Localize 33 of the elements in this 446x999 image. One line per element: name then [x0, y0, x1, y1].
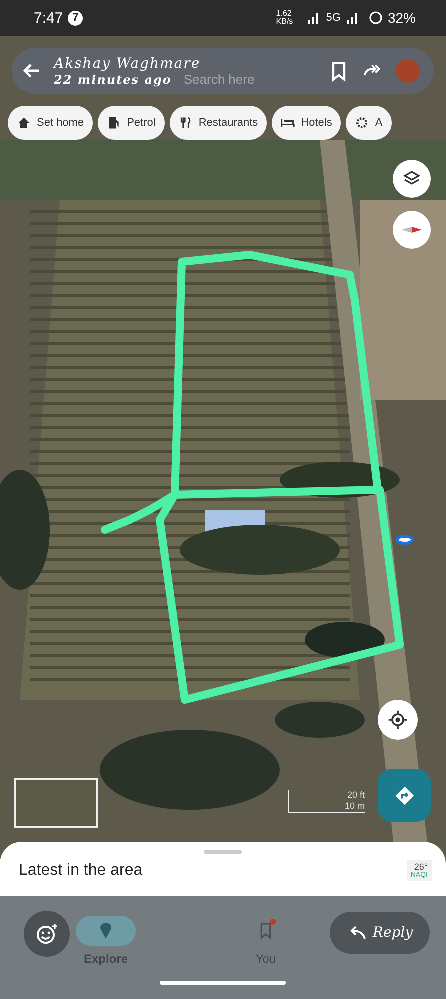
scale-meters: 10 m	[344, 801, 365, 812]
reply-button[interactable]: Reply	[330, 912, 430, 954]
network-type: 5G	[326, 12, 341, 24]
directions-button[interactable]	[378, 769, 431, 822]
posted-time: 22 minutes ago	[54, 72, 172, 86]
status-time: 7:47	[34, 10, 64, 26]
temperature: 26°	[414, 862, 428, 872]
directions-icon	[394, 784, 416, 806]
crosshair-icon	[387, 709, 409, 731]
network-speed: 1.62 KB/s	[276, 10, 294, 26]
street-view-thumbnail[interactable]	[14, 778, 98, 828]
compass-icon	[400, 224, 424, 236]
fuel-pump-icon	[107, 116, 122, 130]
scale-feet: 20 ft	[347, 790, 365, 801]
map-pin-icon	[99, 922, 113, 940]
signal-icon	[346, 12, 360, 24]
home-icon	[17, 116, 31, 130]
bookmark-icon	[259, 922, 273, 940]
notification-count: 7	[68, 10, 84, 26]
category-chip[interactable]: Petrol	[98, 106, 165, 140]
emoji-button[interactable]	[24, 911, 70, 957]
category-chip[interactable]: Hotels	[272, 106, 342, 140]
fork-knife-icon	[178, 116, 193, 130]
viewer-name: Akshay Waghmare	[54, 56, 202, 72]
sheet-title: Latest in the area	[19, 862, 143, 880]
gear-icon	[355, 116, 370, 130]
search-placeholder: Search here	[184, 72, 255, 86]
search-bar[interactable]: Akshay Waghmare 22 minutes ago Search here	[12, 48, 434, 94]
battery-icon	[368, 11, 383, 25]
category-chip[interactable]: Restaurants	[170, 106, 268, 140]
emoji-icon	[35, 922, 59, 946]
battery-percent: 32%	[388, 10, 416, 26]
category-chip[interactable]: Set home	[8, 106, 94, 140]
